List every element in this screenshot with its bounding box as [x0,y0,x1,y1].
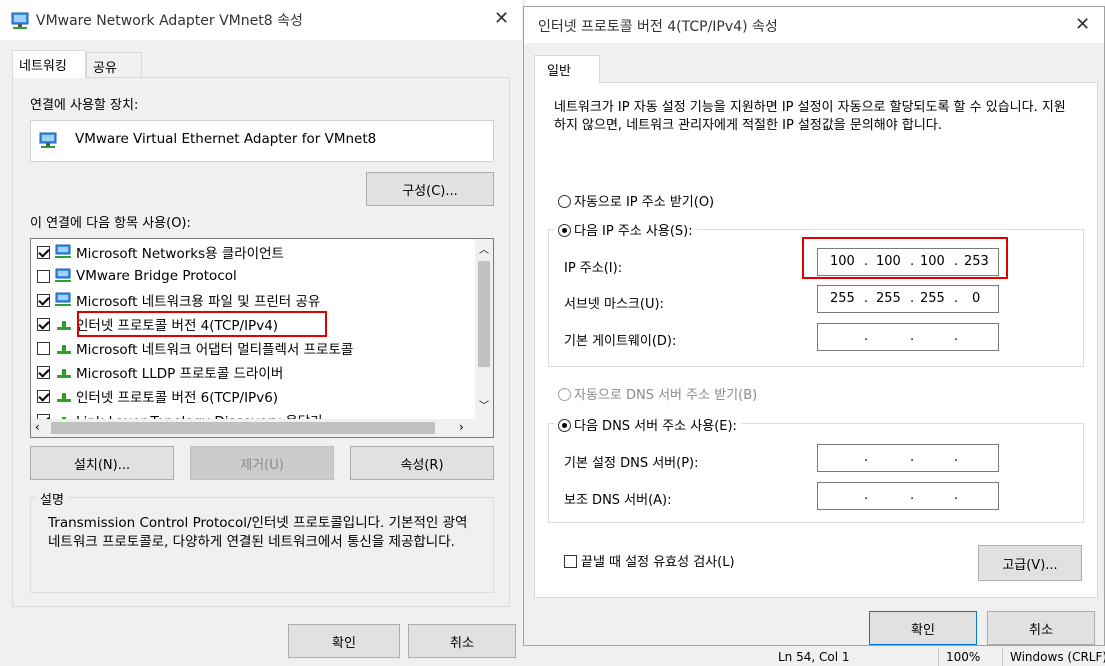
connect-using-label: 연결에 사용할 장치: [30,98,139,113]
subnet-input[interactable]: 255. 255. 255. 0 [817,285,999,313]
manual-ip-option[interactable]: 다음 IP 주소 사용(S): [554,220,697,239]
highlight-ipv4-item [77,311,327,337]
protocol-icon [57,369,71,378]
item-checkbox[interactable] [37,245,50,259]
protocol-icon [57,393,71,402]
left-ok-button[interactable]: 확인 [288,624,400,658]
right-ok-button[interactable]: 확인 [869,611,977,645]
configure-button[interactable]: 구성(C)... [366,172,494,206]
validate-checkbox[interactable] [564,555,577,568]
left-title-bar: VMware Network Adapter VMnet8 속성 ✕ [0,0,522,40]
manual-dns-option[interactable]: 다음 DNS 서버 주소 사용(E): [554,415,741,434]
vertical-scroll-thumb[interactable] [478,261,490,367]
list-item[interactable]: Microsoft Networks용 클라이언트 [37,241,284,263]
protocol-icon [57,321,71,330]
ipv4-properties-window: 인터넷 프로토콜 버전 4(TCP/IPv4) 속성 ✕ 일반 네트워크가 IP… [523,6,1105,646]
subnet-label: 서브넷 마스크(U): [564,297,664,312]
tab-general[interactable]: 일반 [534,55,600,83]
item-checkbox[interactable] [37,341,50,355]
right-cancel-button[interactable]: 취소 [987,611,1095,645]
list-item[interactable]: Microsoft LLDP 프로토콜 드라이버 [37,361,283,383]
item-checkbox[interactable] [37,317,50,331]
adapter-icon [39,132,57,148]
left-window-title: VMware Network Adapter VMnet8 속성 [36,13,303,29]
validate-option[interactable]: 끝낼 때 설정 유효성 검사(L) [564,551,735,570]
item-label: Microsoft Networks용 클라이언트 [76,246,284,262]
scroll-up-icon[interactable]: ︿ [479,241,489,256]
properties-button[interactable]: 속성(R) [350,446,494,480]
item-label: Microsoft 네트워크용 파일 및 프린터 공유 [76,294,321,310]
right-close-icon[interactable]: ✕ [1075,14,1090,35]
item-checkbox[interactable] [37,293,50,307]
scroll-left-icon[interactable]: ‹ [35,420,40,434]
description-text: Transmission Control Protocol/인터넷 프로토콜입니… [48,515,468,550]
list-item[interactable]: VMware Bridge Protocol [37,265,237,287]
network-client-icon [55,292,71,306]
right-title-bar: 인터넷 프로토콜 버전 4(TCP/IPv4) 속성 ✕ [524,7,1104,43]
items-list[interactable]: Microsoft Networks용 클라이언트 VMware Bridge P… [30,238,494,438]
auto-dns-radio[interactable] [558,388,571,401]
right-window-title: 인터넷 프로토콜 버전 4(TCP/IPv4) 속성 [538,19,778,35]
network-client-icon [55,268,71,282]
scroll-down-icon[interactable]: ﹀ [479,397,489,412]
horizontal-scroll-thumb[interactable] [51,422,435,434]
tab-networking[interactable]: 네트워킹 [12,50,86,78]
network-icon [11,12,29,29]
auto-dns-option[interactable]: 자동으로 DNS 서버 주소 받기(B) [558,384,757,403]
advanced-button[interactable]: 고급(V)... [978,545,1082,581]
list-item[interactable]: Microsoft 네트워크용 파일 및 프린터 공유 [37,289,320,311]
dns1-label: 기본 설정 DNS 서버(P): [564,456,699,471]
left-cancel-button[interactable]: 취소 [408,624,516,658]
gateway-label: 기본 게이트웨이(D): [564,334,677,349]
item-checkbox[interactable] [37,365,50,379]
dns-group [548,423,1084,523]
ip-address-label: IP 주소(I): [564,261,623,276]
scroll-right-icon[interactable]: › [459,420,464,434]
adapter-box: VMware Virtual Ethernet Adapter for VMne… [30,120,494,162]
install-button[interactable]: 설치(N)... [30,446,174,480]
vertical-scrollbar[interactable]: ︿ ﹀ [475,239,493,419]
horizontal-scrollbar[interactable]: ‹ › [31,419,493,437]
item-label: VMware Bridge Protocol [76,268,237,284]
manual-dns-radio[interactable] [558,419,571,432]
background-status-bar: Ln 54, Col 1 100% Windows (CRLF) [760,645,1105,666]
status-position: Ln 54, Col 1 [778,650,850,664]
gateway-input[interactable]: ... [817,323,999,351]
dns1-input[interactable]: ... [817,444,999,472]
list-item[interactable]: 인터넷 프로토콜 버전 6(TCP/IPv6) [37,385,278,407]
items-label: 이 연결에 다음 항목 사용(O): [30,216,191,231]
item-label: 인터넷 프로토콜 버전 6(TCP/IPv6) [76,390,279,406]
status-encoding: Windows (CRLF) [1010,650,1105,664]
item-label: Microsoft 네트워크 어댑터 멀티플렉서 프로토콜 [76,342,354,358]
intro-text: 네트워크가 IP 자동 설정 기능을 지원하면 IP 설정이 자동으로 할당되도… [554,100,1066,133]
item-checkbox[interactable] [37,389,50,403]
description-title: 설명 [36,489,68,508]
item-checkbox[interactable] [37,269,50,283]
dns2-label: 보조 DNS 서버(A): [564,493,672,508]
protocol-icon [57,345,71,354]
manual-ip-radio[interactable] [558,224,571,237]
network-client-icon [55,244,71,258]
list-item[interactable]: Microsoft 네트워크 어댑터 멀티플렉서 프로토콜 [37,337,353,359]
status-zoom: 100% [946,650,981,664]
adapter-properties-window: VMware Network Adapter VMnet8 속성 ✕ 네트워킹 … [0,0,522,665]
uninstall-button[interactable]: 제거(U) [190,446,334,480]
tab-sharing[interactable]: 공유 [86,52,142,78]
auto-ip-radio[interactable] [558,195,571,208]
item-label: Microsoft LLDP 프로토콜 드라이버 [76,366,284,382]
highlight-ip-address [802,237,1008,279]
dns2-input[interactable]: ... [817,482,999,510]
adapter-name: VMware Virtual Ethernet Adapter for VMne… [75,131,377,147]
left-close-icon[interactable]: ✕ [494,8,509,29]
auto-ip-option[interactable]: 자동으로 IP 주소 받기(O) [558,191,714,210]
